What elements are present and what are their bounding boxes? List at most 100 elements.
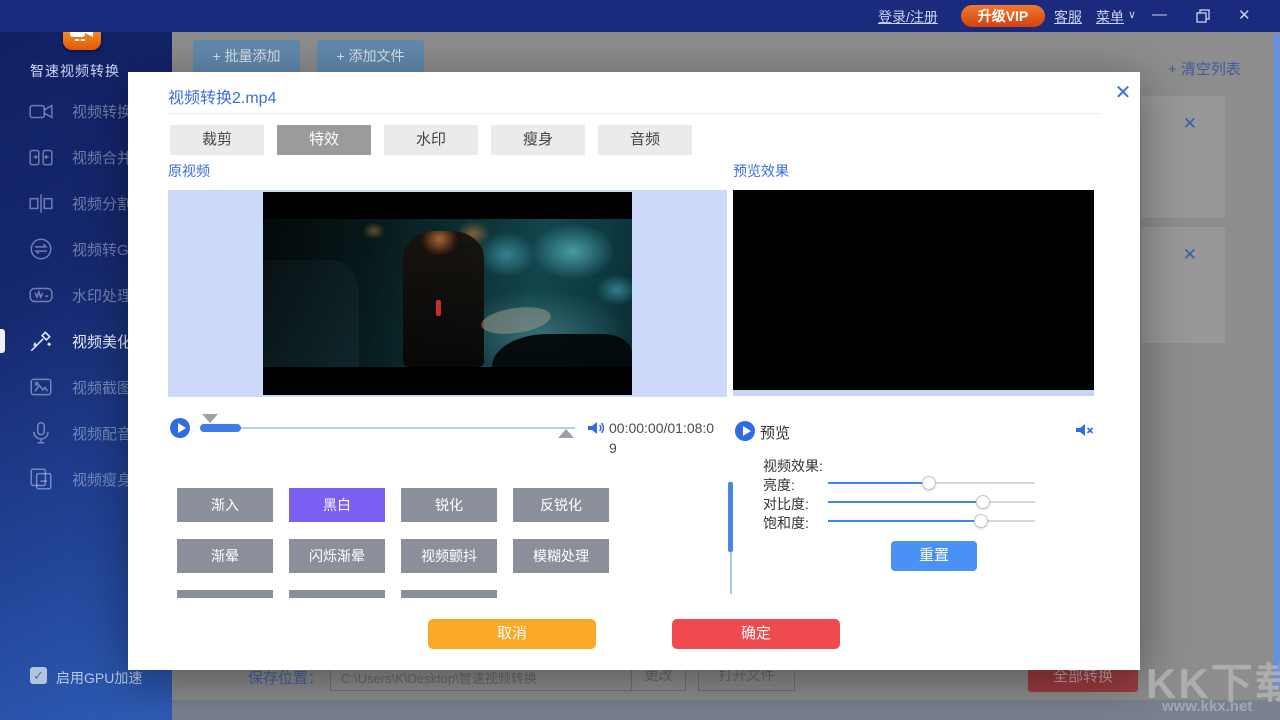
effect-flicker-vignette[interactable]: 闪烁渐晕 xyxy=(289,539,385,573)
effect-clipped[interactable] xyxy=(289,590,385,598)
contrast-slider[interactable] xyxy=(828,494,1035,510)
trim-end-marker[interactable] xyxy=(558,429,574,438)
video-convert-icon xyxy=(28,98,54,124)
remove-file-icon[interactable]: ✕ xyxy=(1183,245,1197,265)
restore-window-button[interactable] xyxy=(1196,9,1210,23)
contrast-row: 对比度: xyxy=(763,494,1093,511)
clear-list-button[interactable]: + 清空列表 xyxy=(1168,58,1241,79)
mute-icon[interactable] xyxy=(1074,420,1096,440)
support-link[interactable]: 客服 xyxy=(1054,7,1082,27)
contrast-label: 对比度: xyxy=(763,494,809,514)
upgrade-vip-button[interactable]: 升级VIP xyxy=(961,5,1045,27)
video-effects-label: 视频效果: xyxy=(763,456,823,476)
slider-fill xyxy=(828,520,981,522)
effect-vignette[interactable]: 渐晕 xyxy=(177,539,273,573)
title-bar: 登录/注册 升级VIP 客服 菜单 ∨ — ✕ xyxy=(0,0,1280,32)
tab-crop[interactable]: 裁剪 xyxy=(170,125,264,155)
confirm-button[interactable]: 确定 xyxy=(672,619,840,649)
bottom-status-band xyxy=(172,700,1280,720)
minimize-button[interactable]: — xyxy=(1152,6,1167,23)
file-list-item: ✕ xyxy=(1141,96,1225,218)
gpu-checkbox[interactable]: ✓ xyxy=(30,667,47,684)
slider-fill xyxy=(828,482,929,484)
sidebar-item-label: 视频瘦身 xyxy=(72,469,132,490)
dialog-title: 视频转换2.mp4 xyxy=(168,84,276,108)
remove-file-icon[interactable]: ✕ xyxy=(1183,114,1197,134)
effects-scrollbar[interactable] xyxy=(728,482,733,552)
active-item-indicator xyxy=(0,329,5,353)
slider-handle[interactable] xyxy=(976,495,990,509)
save-path-value: C:\Users\K\Desktop\智速视频转换 xyxy=(341,668,621,687)
slider-handle[interactable] xyxy=(922,476,936,490)
video-scene xyxy=(263,219,632,367)
screenshot-icon xyxy=(28,374,54,400)
car-silhouette xyxy=(492,334,632,367)
sidebar-item-label: 视频分割 xyxy=(72,193,132,214)
app-window: 登录/注册 升级VIP 客服 菜单 ∨ — ✕ 智速视频转换 视频转 xyxy=(0,0,1280,720)
dialog-close-icon[interactable]: ✕ xyxy=(1112,82,1134,104)
effect-preview-seekbar[interactable] xyxy=(733,390,1094,396)
effect-clipped[interactable] xyxy=(177,590,273,598)
sidebar-item-label: 视频转换 xyxy=(72,101,132,122)
source-video-label: 原视频 xyxy=(168,161,210,181)
app-name: 智速视频转换 xyxy=(10,61,140,81)
preview-effect-label: 预览效果 xyxy=(733,161,789,181)
volume-icon[interactable] xyxy=(586,418,606,438)
seek-bar-progress[interactable] xyxy=(200,424,241,432)
add-file-button[interactable]: + 添加文件 xyxy=(317,40,424,72)
red-light xyxy=(436,300,441,316)
brightness-slider[interactable] xyxy=(828,475,1035,491)
effect-preview-screen xyxy=(733,190,1094,390)
effect-black-white[interactable]: 黑白 xyxy=(289,488,385,522)
watermark-icon xyxy=(28,282,54,308)
slim-video-icon xyxy=(28,466,54,492)
effect-blur[interactable]: 模糊处理 xyxy=(513,539,609,573)
voiceover-mic-icon xyxy=(28,420,54,446)
effect-sharpen[interactable]: 锐化 xyxy=(401,488,497,522)
tab-effects[interactable]: 特效 xyxy=(277,125,371,155)
slider-handle[interactable] xyxy=(974,514,988,528)
sidebar-item-label: 视频合并 xyxy=(72,147,132,168)
car-silhouette xyxy=(263,260,359,367)
preview-play-button[interactable] xyxy=(735,421,755,441)
sidebar-item-label: 视频配音 xyxy=(72,423,132,444)
effect-clipped[interactable] xyxy=(401,590,497,598)
video-split-icon xyxy=(28,190,54,216)
brightness-row: 亮度: xyxy=(763,475,1093,492)
effect-unsharpen[interactable]: 反锐化 xyxy=(513,488,609,522)
batch-add-button[interactable]: + 批量添加 xyxy=(193,40,300,72)
tab-slim[interactable]: 瘦身 xyxy=(491,125,585,155)
window-scrollbar[interactable] xyxy=(1274,34,1279,690)
trim-start-marker[interactable] xyxy=(202,414,218,423)
saturation-row: 饱和度: xyxy=(763,513,1093,530)
video-merge-icon xyxy=(28,144,54,170)
beautify-wand-icon xyxy=(28,328,54,354)
person-silhouette xyxy=(403,231,484,367)
gpu-checkbox-label: 启用GPU加速 xyxy=(56,668,142,688)
seek-bar[interactable] xyxy=(200,427,575,429)
reset-button[interactable]: 重置 xyxy=(891,541,977,571)
close-window-button[interactable]: ✕ xyxy=(1238,6,1251,24)
save-location-label: 保存位置： xyxy=(248,667,323,688)
sidebar-item-label: 视频美化 xyxy=(72,331,132,352)
cancel-button[interactable]: 取消 xyxy=(428,619,596,649)
login-register-link[interactable]: 登录/注册 xyxy=(878,7,938,27)
fallen-person-silhouette xyxy=(479,303,552,338)
effect-video-shake[interactable]: 视频颤抖 xyxy=(401,539,497,573)
saturation-label: 饱和度: xyxy=(763,513,809,533)
video-to-gif-icon xyxy=(28,236,54,262)
play-button[interactable] xyxy=(170,418,190,438)
sidebar-item-label: 水印处理 xyxy=(72,285,132,306)
tab-audio[interactable]: 音频 xyxy=(598,125,692,155)
chevron-down-icon[interactable]: ∨ xyxy=(1128,8,1136,21)
file-list-item: ✕ xyxy=(1141,227,1225,343)
time-display: 00:00:00/01:08:09 xyxy=(609,418,715,459)
effect-fade-in[interactable]: 渐入 xyxy=(177,488,273,522)
saturation-slider[interactable] xyxy=(828,513,1035,529)
video-edit-dialog: 视频转换2.mp4 裁剪 特效 水印 瘦身 音频 原视频 预览效果 xyxy=(128,72,1140,670)
video-frame xyxy=(263,192,632,395)
menu-link[interactable]: 菜单 xyxy=(1096,7,1124,27)
divider xyxy=(168,113,1100,114)
sidebar-item-label: 视频截图 xyxy=(72,377,132,398)
tab-watermark[interactable]: 水印 xyxy=(384,125,478,155)
